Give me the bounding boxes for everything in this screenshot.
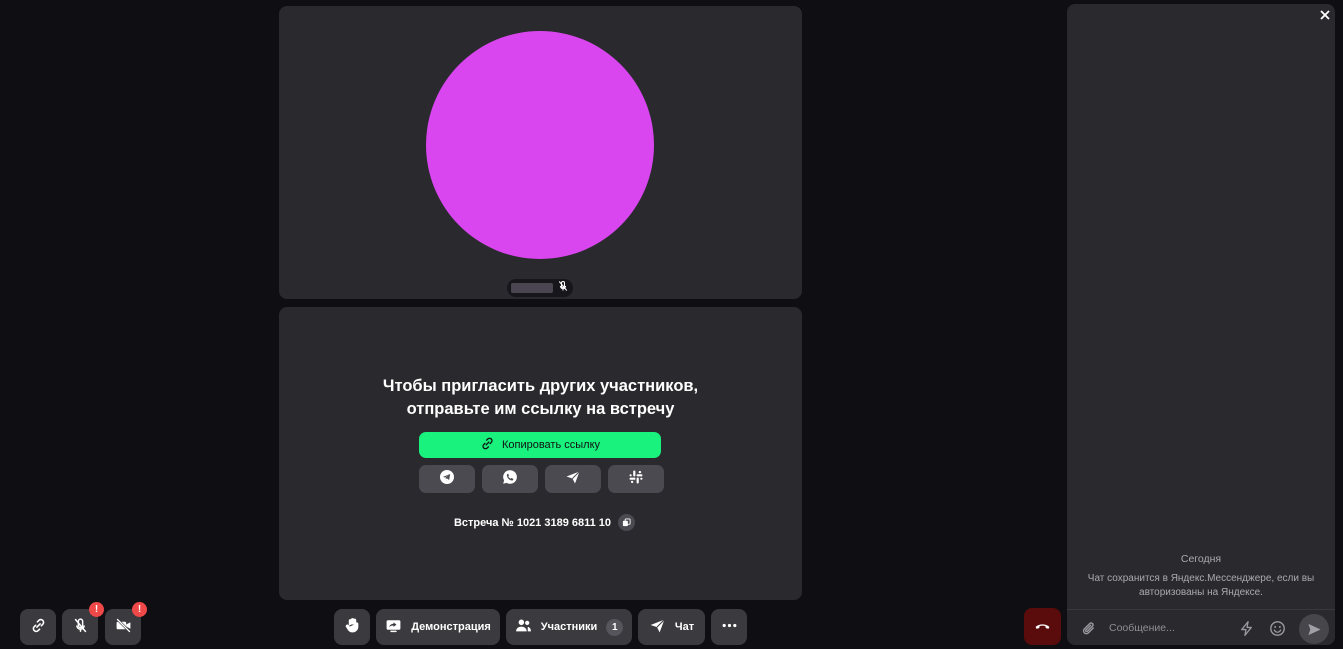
- share-messenger-button[interactable]: [545, 465, 601, 493]
- mic-warning-badge: !: [89, 602, 104, 617]
- mic-off-icon: [72, 617, 89, 637]
- chat-day-label: Сегодня: [1180, 553, 1222, 565]
- participants-count: 1: [606, 618, 624, 636]
- camera-toggle-button[interactable]: !: [105, 602, 147, 645]
- phone-hangup-icon: [1034, 617, 1051, 637]
- screen-share-label: Демонстрация: [411, 621, 491, 633]
- copy-meeting-number-button[interactable]: [618, 514, 636, 531]
- copy-link-label: Копировать ссылку: [501, 439, 601, 451]
- mic-off-icon: [557, 279, 569, 297]
- end-call-button[interactable]: [1024, 608, 1061, 645]
- message-input[interactable]: [1109, 619, 1229, 637]
- meeting-number: Встреча № 1021 3189 6811 10: [453, 516, 612, 529]
- participant-name-redacted: [511, 283, 553, 293]
- copy-icon: [622, 518, 631, 527]
- chat-notice: Чат сохранится в Яндекс.Мессенджере, есл…: [1087, 573, 1315, 598]
- hand-icon: [344, 617, 361, 637]
- camera-warning-badge: !: [132, 602, 147, 617]
- emoji-icon: [1269, 620, 1285, 636]
- microphone-toggle-button[interactable]: !: [62, 602, 104, 645]
- send-message-button[interactable]: [1299, 614, 1329, 644]
- screen-share-button[interactable]: Демонстрация: [376, 609, 500, 645]
- slack-icon: [628, 469, 644, 490]
- people-icon: [515, 617, 532, 637]
- participant-name-pill: [507, 279, 573, 297]
- attach-button[interactable]: [1079, 618, 1099, 638]
- whatsapp-icon: [502, 469, 518, 490]
- meeting-number-row: Встреча № 1021 3189 6811 10: [279, 514, 802, 531]
- invite-title-line1: Чтобы пригласить других участников,: [382, 377, 699, 395]
- copy-link-button[interactable]: Копировать ссылку: [419, 432, 661, 458]
- participants-button[interactable]: Участники 1: [506, 609, 632, 645]
- lightning-icon: [1240, 620, 1252, 636]
- share-telegram-button[interactable]: [419, 465, 475, 493]
- send-icon: [1307, 623, 1321, 635]
- invite-title-line2: отправьте им ссылку на встречу: [406, 400, 675, 418]
- copy-invite-link-button[interactable]: [20, 609, 56, 645]
- screen-share-icon: [385, 617, 402, 637]
- chat-button[interactable]: Чат: [638, 609, 705, 645]
- paperclip-icon: [1082, 621, 1094, 634]
- raise-hand-button[interactable]: [334, 609, 370, 645]
- more-options-button[interactable]: [711, 609, 747, 645]
- link-icon: [480, 436, 495, 454]
- camera-off-icon: [115, 617, 132, 637]
- messenger-send-icon: [565, 469, 581, 490]
- invite-title: Чтобы пригласить других участников, отпр…: [279, 375, 802, 421]
- share-slack-button[interactable]: [608, 465, 664, 493]
- self-video-tile: [279, 6, 802, 299]
- close-icon: [1320, 10, 1330, 20]
- close-chat-button[interactable]: [1317, 7, 1333, 23]
- quick-actions-button[interactable]: [1236, 618, 1256, 638]
- emoji-button[interactable]: [1267, 618, 1287, 638]
- avatar: [426, 31, 654, 259]
- link-icon: [30, 617, 47, 637]
- send-icon: [649, 617, 666, 637]
- chat-input-row: [1067, 609, 1335, 645]
- share-whatsapp-button[interactable]: [482, 465, 538, 493]
- more-icon: [721, 617, 738, 637]
- participants-label: Участники: [540, 621, 598, 633]
- chat-label: Чат: [674, 621, 695, 633]
- telegram-icon: [439, 469, 455, 490]
- invite-tile: Чтобы пригласить других участников, отпр…: [279, 307, 802, 600]
- share-buttons: [419, 465, 664, 493]
- chat-panel: Сегодня Чат сохранится в Яндекс.Мессендж…: [1067, 4, 1335, 645]
